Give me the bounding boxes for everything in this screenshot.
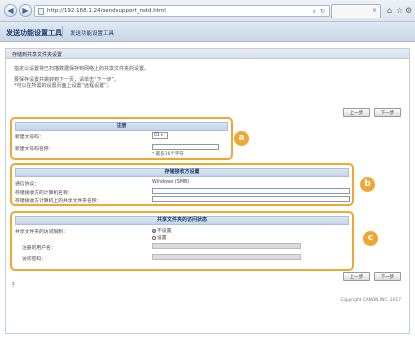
prev-button-bottom[interactable]: 上一步 bbox=[343, 272, 370, 281]
prev-button[interactable]: 上一步 bbox=[343, 108, 370, 117]
header-nav-link[interactable]: 发送功能设置工具 bbox=[70, 29, 114, 37]
computer-name-input[interactable] bbox=[152, 188, 350, 194]
password-input[interactable] bbox=[152, 254, 301, 260]
app-title: 发送功能设置工具 bbox=[6, 29, 62, 37]
number-label: 新建文号码： bbox=[15, 135, 44, 140]
register-group-title: 注册 bbox=[15, 122, 228, 131]
callout-c: c bbox=[363, 231, 378, 246]
back-to-top-icon[interactable]: ⤒ bbox=[12, 282, 15, 290]
forward-button[interactable]: ▶ bbox=[19, 4, 32, 17]
intro-text-3: *可以在所需的设置页面上设置“远程设置”。 bbox=[14, 83, 112, 89]
browser-tab[interactable]: × bbox=[331, 4, 381, 18]
radio-set[interactable]: 设置 bbox=[152, 234, 167, 241]
search-icon[interactable]: ⌕ bbox=[313, 8, 316, 16]
access-group-title: 共享文件夹的访问状态 bbox=[15, 216, 349, 225]
number-name-input[interactable] bbox=[152, 144, 219, 150]
address-bar[interactable]: http://192.168.1.24/sendsupport_nstd.htm… bbox=[34, 5, 330, 17]
destination-group: 存储接收方设置 通信协议： Windows (SMB) 存储接收方的计算机名称：… bbox=[10, 163, 354, 206]
back-button[interactable]: ◀ bbox=[4, 4, 17, 17]
header-divider bbox=[62, 26, 63, 38]
char-limit-hint: * 最多16个字符 bbox=[152, 152, 184, 157]
share-folder-input[interactable] bbox=[152, 196, 350, 202]
callout-b: b bbox=[360, 177, 375, 192]
register-group: 注册 新建文号码： 01 ▾ 新建文号码名称： * 最多16个字符 bbox=[10, 117, 233, 160]
number-name-label: 新建文号码名称： bbox=[15, 147, 54, 152]
home-icon[interactable]: ⌂ bbox=[387, 6, 392, 15]
protocol-label: 通信协议： bbox=[15, 182, 39, 187]
bottom-nav-buttons: 上一步 下一步 bbox=[343, 272, 401, 281]
refresh-icon[interactable]: ↻ bbox=[320, 8, 325, 15]
share-folder-label: 存储接收方计算机上的共享文件夹名称： bbox=[15, 199, 102, 204]
browser-toolbar: ◀ ▶ http://192.168.1.24/sendsupport_nstd… bbox=[0, 0, 415, 22]
next-button-bottom[interactable]: 下一步 bbox=[374, 272, 401, 281]
protocol-value: Windows (SMB) bbox=[152, 180, 190, 185]
destination-group-title: 存储接收方设置 bbox=[15, 168, 349, 177]
radio-set-dot[interactable] bbox=[152, 235, 156, 240]
page-icon bbox=[38, 8, 44, 15]
computer-name-label: 存储接收方的计算机名称： bbox=[15, 191, 73, 196]
callout-a: a bbox=[234, 131, 249, 146]
top-nav-buttons: 上一步 下一步 bbox=[343, 108, 401, 117]
password-label: 访问密码： bbox=[22, 257, 46, 262]
user-name-label: 注册的用户名： bbox=[22, 246, 56, 251]
address-url: http://192.168.1.24/sendsupport_nstd.htm… bbox=[47, 8, 166, 14]
favorites-icon[interactable]: ☆ bbox=[396, 6, 403, 15]
access-restriction-label: 共享文件夹的访问限制： bbox=[15, 230, 68, 235]
settings-panel: 存储到共享文件夹设置 指定以设置将已扫描数据保存到网络上的共享文件夹的设置。 要… bbox=[5, 48, 410, 334]
access-group: 共享文件夹的访问状态 共享文件夹的访问限制： 不设置 设置 注册的用户名： 访问… bbox=[10, 211, 354, 271]
number-select[interactable]: 01 ▾ bbox=[152, 132, 168, 139]
section-title: 存储到共享文件夹设置 bbox=[6, 49, 409, 59]
user-name-input[interactable] bbox=[152, 243, 301, 249]
next-button[interactable]: 下一步 bbox=[374, 108, 401, 117]
radio-not-set-dot[interactable] bbox=[152, 228, 156, 233]
copyright-text: Copyright CANON INC. 2017 bbox=[340, 298, 401, 303]
gear-icon[interactable]: ⚙ bbox=[405, 6, 412, 15]
close-tab-icon[interactable]: × bbox=[372, 7, 377, 14]
app-header: 发送功能设置工具 发送功能设置工具 bbox=[0, 22, 415, 42]
intro-text-1: 指定以设置将已扫描数据保存到网络上的共享文件夹的设置。 bbox=[14, 66, 150, 72]
radio-not-set[interactable]: 不设置 bbox=[152, 227, 171, 234]
